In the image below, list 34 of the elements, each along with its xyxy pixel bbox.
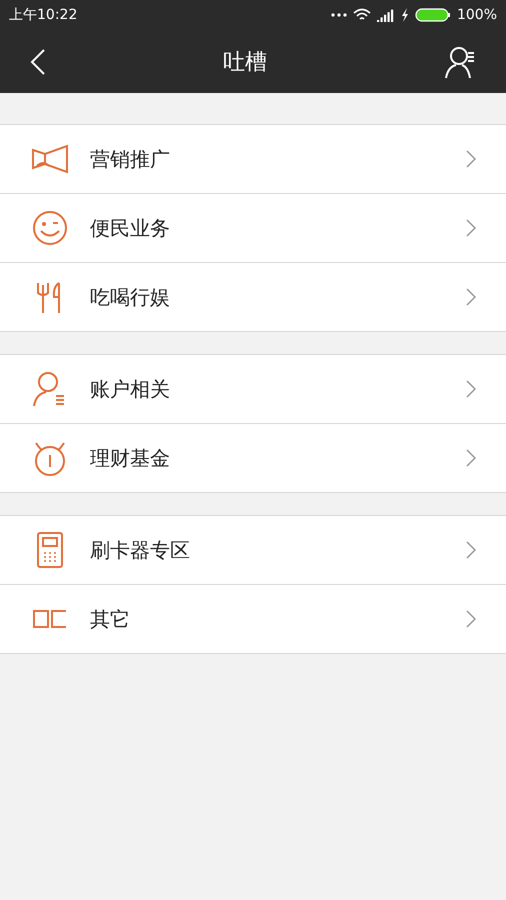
chevron-right-icon: [466, 449, 476, 467]
battery-icon: [414, 8, 451, 22]
menu-item[interactable]: 营销推广: [0, 125, 506, 193]
dots-icon: [330, 13, 347, 17]
wifi-icon: [352, 8, 371, 22]
menu-item-label: 吃喝行娱: [90, 284, 171, 310]
signal-icon: [376, 8, 395, 22]
charging-icon: [400, 8, 409, 22]
menu-item[interactable]: 刷卡器专区: [0, 516, 506, 584]
back-button[interactable]: [30, 48, 46, 76]
chevron-right-icon: [466, 150, 476, 168]
chevron-right-icon: [466, 219, 476, 237]
menu-item-label: 刷卡器专区: [90, 536, 191, 564]
menu-item[interactable]: 理财基金: [0, 423, 506, 492]
chevron-right-icon: [466, 541, 476, 559]
menu-item-label: 账户相关: [90, 376, 171, 402]
chevron-right-icon: [466, 288, 476, 306]
menu-item[interactable]: 吃喝行娱: [0, 262, 506, 331]
menu-item-label: 便民业务: [90, 214, 171, 242]
menu-item[interactable]: 账户相关: [0, 355, 506, 423]
megaphone-icon: [31, 144, 69, 174]
battery-percent: 100%: [456, 7, 497, 23]
two-squares-icon: [32, 609, 68, 629]
menu-item-label: 理财基金: [90, 444, 171, 472]
menu-item[interactable]: 其它: [0, 584, 506, 653]
page-title: 吐槽: [223, 48, 267, 76]
menu-item-label: 营销推广: [90, 146, 171, 172]
smile-icon: [32, 210, 68, 246]
chevron-right-icon: [466, 380, 476, 398]
menu-item[interactable]: 便民业务: [0, 193, 506, 262]
card-reader-icon: [36, 531, 64, 569]
chevron-right-icon: [466, 610, 476, 628]
status-time: 上午10:22: [9, 6, 78, 24]
menu-item-label: 其它: [90, 606, 131, 632]
